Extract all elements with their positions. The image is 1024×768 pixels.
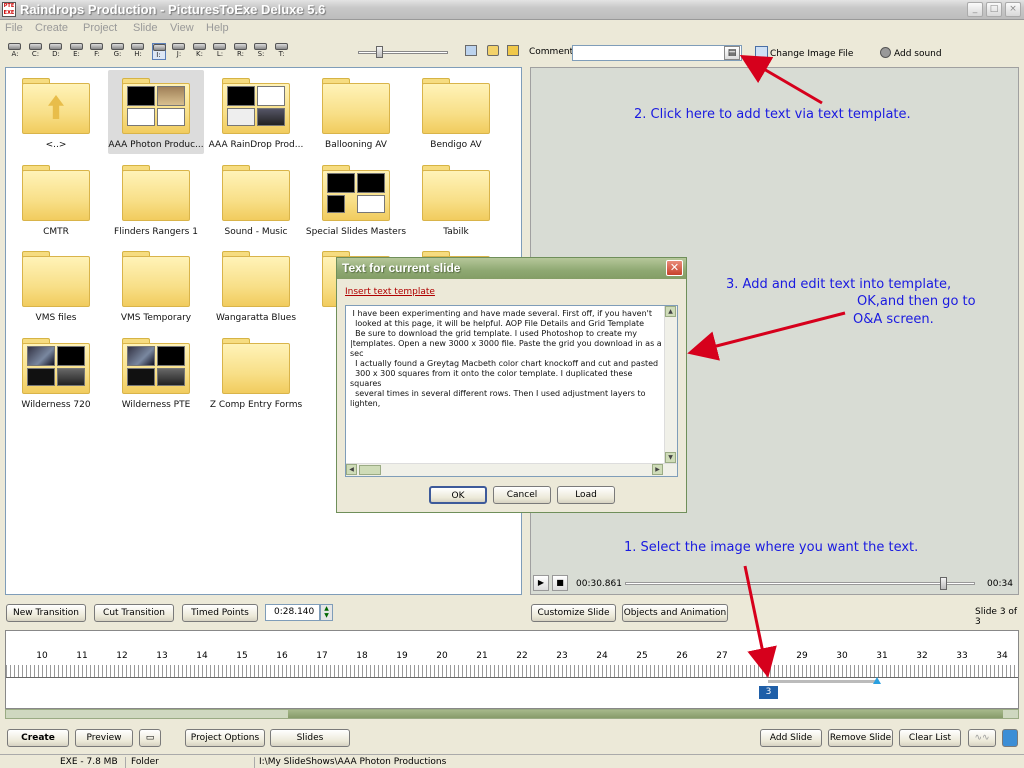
arrow-to-template-button — [739, 54, 823, 105]
arrow-to-timeline-slide — [743, 565, 777, 678]
annotation-arrows — [687, 54, 846, 678]
arrow-to-text-area — [687, 311, 846, 361]
